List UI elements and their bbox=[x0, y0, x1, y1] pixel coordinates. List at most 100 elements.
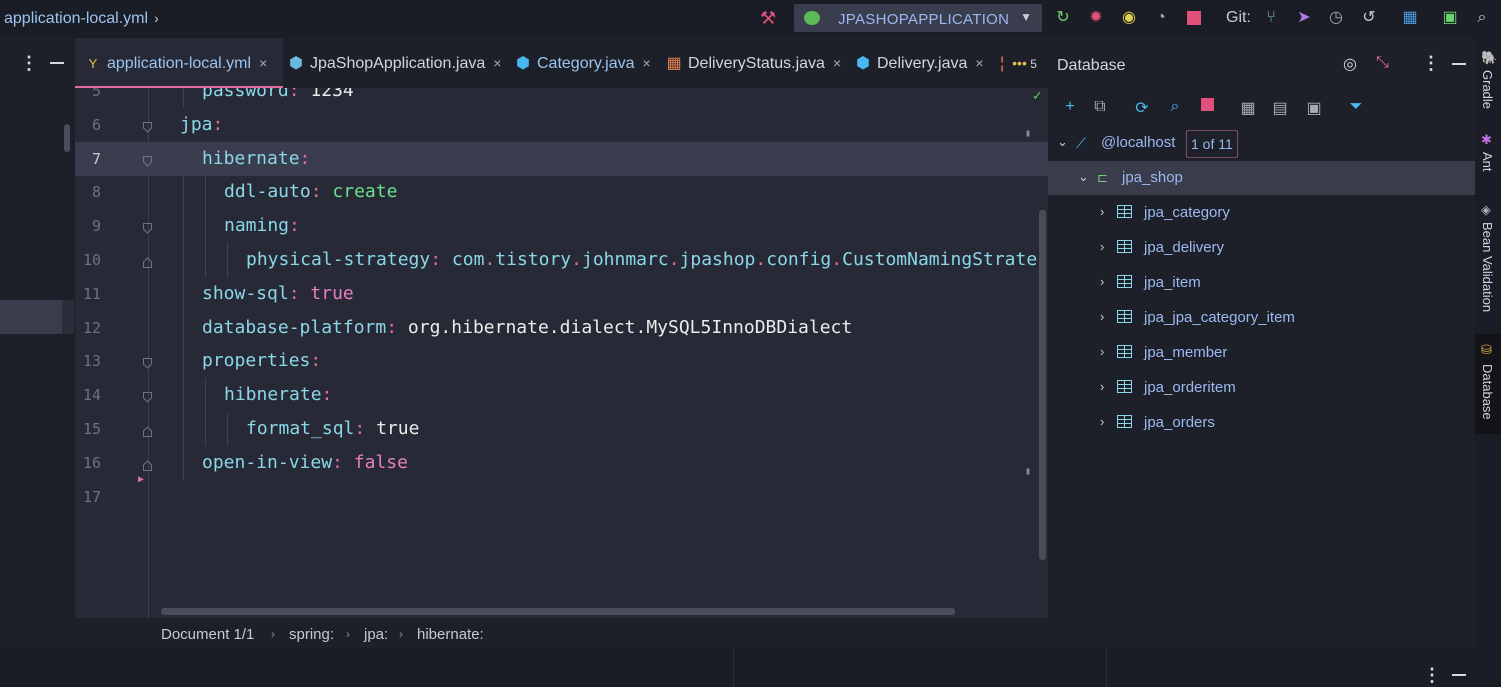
more-options-icon[interactable]: ⋮ bbox=[1423, 666, 1441, 684]
tree-table-item[interactable]: › jpa_orders bbox=[1048, 406, 1475, 440]
tab-database[interactable]: ⛁ Database bbox=[1475, 334, 1501, 434]
tabs-overflow[interactable]: ¦ ••• 5 bbox=[1000, 38, 1037, 88]
tree-table-item[interactable]: › jpa_jpa_category_item bbox=[1048, 301, 1475, 335]
terminal-icon[interactable]: ▣ bbox=[1440, 8, 1460, 28]
git-push-icon[interactable]: ➤ bbox=[1294, 8, 1314, 28]
tab-delivery-java[interactable]: ⬢ Delivery.java × bbox=[855, 38, 984, 88]
code-editor[interactable]: 5 password: 1234 6 jpa: 7 hibernate: 8 ddl-auto… bbox=[75, 88, 1048, 618]
console-icon[interactable]: ▣ bbox=[1304, 98, 1324, 118]
yaml-value: com.tistory.johnmarc.jpashop.config.Cust… bbox=[452, 249, 1037, 270]
minimize-icon[interactable] bbox=[1452, 63, 1466, 65]
tab-category-java[interactable]: ⬢ Category.java × bbox=[515, 38, 651, 88]
breadcrumb-jpa[interactable]: jpa: bbox=[364, 626, 388, 643]
layout-icon[interactable]: ▦ bbox=[1400, 8, 1420, 28]
stop-icon[interactable] bbox=[1197, 98, 1217, 116]
chevron-right-icon[interactable]: › bbox=[1100, 414, 1104, 429]
chevron-right-icon[interactable]: › bbox=[1100, 379, 1104, 394]
table-view-icon[interactable]: ▦ bbox=[1238, 98, 1258, 118]
ddl-icon[interactable]: ▤ bbox=[1270, 98, 1290, 118]
code-line[interactable]: 7 hibernate: bbox=[75, 141, 1048, 176]
more-options-icon[interactable]: ⋮ bbox=[20, 54, 38, 72]
fold-marker-icon[interactable] bbox=[143, 388, 152, 403]
tree-table-item[interactable]: › jpa_delivery bbox=[1048, 231, 1475, 265]
hammer-icon[interactable]: ⚒ bbox=[760, 8, 776, 29]
close-icon[interactable]: × bbox=[643, 55, 651, 71]
chevron-right-icon[interactable]: › bbox=[1100, 204, 1104, 219]
tab-bean-validation[interactable]: ◈ Bean Validation bbox=[1475, 200, 1501, 320]
code-line[interactable]: 10 physical-strategy: com.tistory.johnmar… bbox=[75, 243, 1048, 277]
tree-table-item[interactable]: › jpa_member bbox=[1048, 336, 1475, 370]
fold-marker-icon[interactable] bbox=[143, 219, 152, 234]
minimize-icon[interactable] bbox=[50, 62, 64, 64]
tab-gradle[interactable]: 🐘 Gradle bbox=[1475, 48, 1501, 118]
close-icon[interactable]: × bbox=[975, 55, 983, 71]
fold-marker-icon[interactable] bbox=[143, 152, 152, 167]
code-text: database-platform: org.hibernate.dialect… bbox=[202, 317, 852, 338]
target-icon[interactable]: ◎ bbox=[1343, 54, 1357, 74]
git-branch-icon[interactable]: ⑂ bbox=[1261, 8, 1281, 28]
stop-icon[interactable] bbox=[1184, 8, 1204, 28]
code-line[interactable]: 8 ddl-auto: create bbox=[75, 175, 1048, 210]
minimize-icon[interactable] bbox=[1452, 674, 1466, 676]
more-options-icon[interactable]: ⋮ bbox=[1422, 54, 1440, 72]
code-line[interactable]: 15 format_sql: true bbox=[75, 412, 1048, 446]
file-breadcrumb[interactable]: application-local.yml › bbox=[4, 10, 159, 28]
close-icon[interactable]: × bbox=[259, 55, 267, 71]
host-badge[interactable]: 1 of 11 bbox=[1186, 130, 1238, 158]
code-line[interactable]: 6 jpa: bbox=[75, 108, 1048, 142]
breadcrumb-file-label[interactable]: application-local.yml bbox=[4, 10, 148, 27]
chevron-right-icon[interactable]: › bbox=[1100, 309, 1104, 324]
tree-table-item[interactable]: › jpa_item bbox=[1048, 266, 1475, 300]
code-line[interactable]: 5 password: 1234 bbox=[75, 88, 1048, 108]
fold-marker-icon[interactable] bbox=[143, 118, 152, 133]
schema-search-icon[interactable]: ⌕ bbox=[1165, 98, 1185, 116]
code-line[interactable]: 14 hibnerate: bbox=[75, 378, 1048, 413]
run-config-selector[interactable]: JPASHOPAPPLICATION ▼ bbox=[794, 4, 1042, 32]
filter-icon[interactable]: ⏷ bbox=[1346, 98, 1366, 116]
chevron-down-icon[interactable]: ⌄ bbox=[1057, 134, 1068, 150]
copy-icon[interactable]: ⧉ bbox=[1090, 98, 1110, 116]
chevron-right-icon[interactable]: › bbox=[1100, 344, 1104, 359]
chevron-right-icon[interactable]: › bbox=[1100, 274, 1104, 289]
tree-host-localhost[interactable]: ⌄ ⟋ @localhost bbox=[1048, 126, 1475, 160]
horizontal-scrollbar[interactable] bbox=[161, 608, 955, 615]
tree-schema-jpa-shop[interactable]: ⌄ ⊏ jpa_shop bbox=[1048, 161, 1475, 195]
refresh-icon[interactable]: ⟳ bbox=[1132, 98, 1152, 118]
history-icon[interactable]: ◷ bbox=[1326, 8, 1346, 28]
code-line[interactable]: 12 database-platform: org.hibernate.diale… bbox=[75, 310, 1048, 345]
tree-table-item[interactable]: › jpa_category bbox=[1048, 196, 1475, 230]
chevron-right-icon[interactable]: › bbox=[1100, 239, 1104, 254]
tab-jpashopapplication-java[interactable]: ⬢ JpaShopApplication.java × bbox=[288, 38, 501, 88]
document-indicator[interactable]: Document 1/1 bbox=[161, 626, 254, 643]
fold-end-marker-icon[interactable] bbox=[143, 422, 152, 437]
close-icon[interactable]: × bbox=[833, 55, 841, 71]
fold-marker-icon[interactable] bbox=[143, 354, 152, 370]
tab-ant[interactable]: ✱ Ant bbox=[1475, 130, 1501, 180]
code-line[interactable]: 13 properties: bbox=[75, 344, 1048, 379]
vertical-scrollbar[interactable] bbox=[1039, 210, 1046, 560]
fold-end-marker-icon[interactable] bbox=[143, 253, 152, 268]
breadcrumb-hibernate[interactable]: hibernate: bbox=[417, 626, 484, 643]
tree-table-item[interactable]: › jpa_orderitem bbox=[1048, 371, 1475, 405]
inspection-ok-icon[interactable]: ✓ bbox=[1033, 88, 1041, 104]
debug-icon[interactable]: ✹ bbox=[1086, 8, 1106, 28]
code-line[interactable]: 11 show-sql: true bbox=[75, 276, 1048, 311]
profile-icon[interactable]: ◔ bbox=[1151, 8, 1171, 28]
breadcrumb-spring[interactable]: spring: bbox=[289, 626, 334, 643]
search-icon[interactable]: ⌕ bbox=[1472, 8, 1492, 28]
code-line[interactable]: 16 open-in-view: false bbox=[75, 445, 1048, 480]
add-icon[interactable]: + bbox=[1060, 98, 1080, 116]
rollback-icon[interactable]: ↺ bbox=[1359, 8, 1379, 28]
tab-application-local-yml[interactable]: Yapplication-local.yml × bbox=[75, 38, 283, 88]
coverage-icon[interactable]: ◉ bbox=[1119, 8, 1139, 28]
code-line[interactable]: 17 bbox=[75, 480, 1048, 514]
yaml-key: password bbox=[202, 88, 289, 101]
rerun-icon[interactable]: ↻ bbox=[1053, 8, 1073, 28]
collapse-icon[interactable]: ⤡ bbox=[1376, 54, 1389, 72]
fold-end-marker-icon[interactable] bbox=[143, 456, 152, 471]
chevron-down-icon[interactable]: ⌄ bbox=[1078, 169, 1089, 185]
close-icon[interactable]: × bbox=[493, 55, 501, 71]
tab-deliverystatus-java[interactable]: ▦ DeliveryStatus.java × bbox=[666, 38, 841, 88]
code-line[interactable]: 9 naming: bbox=[75, 209, 1048, 244]
left-panel-scrollbar[interactable] bbox=[64, 124, 70, 152]
